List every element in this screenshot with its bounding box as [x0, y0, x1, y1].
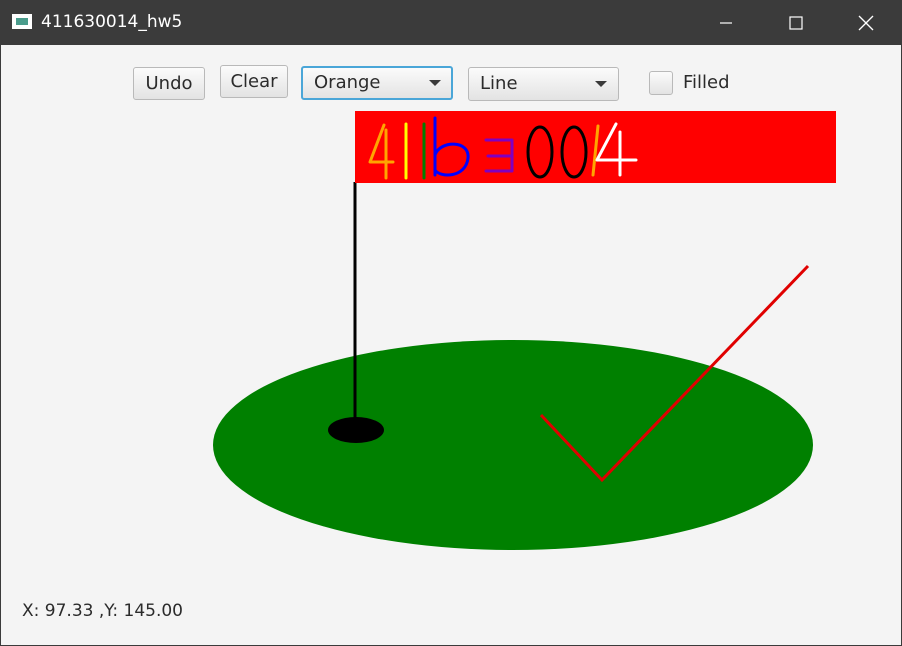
undo-button[interactable]: Undo	[133, 67, 205, 100]
filled-label[interactable]: Filled	[683, 72, 730, 94]
green-oval-shape	[213, 340, 813, 550]
color-select-value: Orange	[314, 72, 381, 93]
filled-checkbox[interactable]	[649, 71, 673, 95]
chevron-down-icon	[595, 81, 607, 87]
coordinate-status: X: 97.33 ,Y: 145.00	[22, 601, 183, 621]
chevron-down-icon	[429, 80, 441, 86]
shape-select[interactable]: Line	[468, 67, 619, 101]
clear-button[interactable]: Clear	[220, 65, 288, 98]
color-select[interactable]: Orange	[301, 66, 453, 100]
shape-select-value: Line	[480, 73, 518, 94]
